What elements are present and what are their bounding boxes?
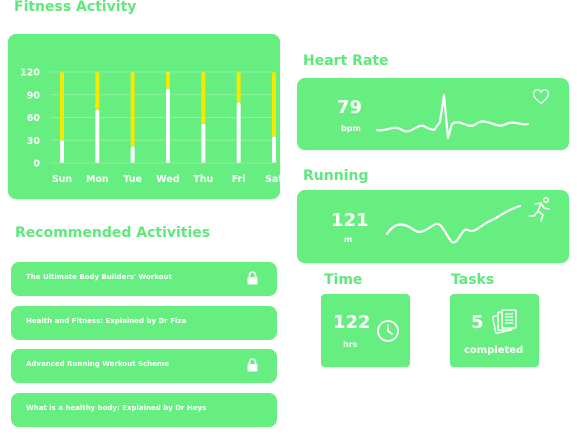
- bar-activity-thu: [201, 123, 206, 163]
- y-tick-label: 30: [27, 136, 41, 147]
- bar-remaining-wed: [166, 72, 170, 89]
- bar-remaining-fri: [236, 72, 241, 103]
- bar-activity-tue: [130, 146, 135, 163]
- x-tick-label: Tue: [123, 174, 142, 185]
- time-card[interactable]: 122 hrs: [321, 294, 410, 367]
- tasks-unit: completed: [464, 345, 524, 356]
- heart-icon[interactable]: [532, 89, 550, 105]
- clock-icon: [377, 320, 399, 342]
- bar-remaining-sat: [272, 72, 276, 137]
- running-wave: [385, 204, 522, 244]
- y-tick-label: 60: [27, 113, 41, 124]
- time-value: 122: [333, 312, 371, 333]
- activity-title: The Ultimate Body Builders' Workout: [26, 273, 172, 281]
- bar-remaining-thu: [201, 72, 206, 124]
- recommended-activity-3[interactable]: Advanced Running Workout Scheme: [11, 349, 277, 383]
- bar-activity-mon: [95, 109, 100, 163]
- lock-icon: [247, 271, 258, 285]
- y-tick-label: 0: [33, 159, 40, 170]
- bar-remaining-mon: [95, 72, 100, 110]
- lock-icon: [247, 358, 258, 372]
- tasks-value: 5: [471, 312, 484, 333]
- activity-title: Advanced Running Workout Scheme: [26, 360, 169, 368]
- runner-icon[interactable]: [527, 196, 553, 222]
- y-tick-label: 90: [27, 90, 41, 101]
- recommended-activity-4[interactable]: What is a healthy body: Explained by Dr …: [11, 393, 277, 427]
- running-card[interactable]: 121 m: [297, 190, 569, 263]
- fitness-activity-heading: Fitness Activity: [14, 0, 137, 15]
- recommended-activities-heading: Recommended Activities: [15, 225, 211, 241]
- x-tick-label: Thu: [193, 174, 213, 185]
- x-tick-label: Sat: [265, 174, 280, 185]
- fitness-activity-card: 0 30 60 90 120 Sun Mon Tue Wed Thu Fri Sat: [8, 34, 280, 199]
- x-tick-label: Mon: [86, 174, 109, 185]
- bar-activity-fri: [236, 102, 241, 163]
- heartbeat-wave: [375, 93, 530, 140]
- bar-remaining-tue: [130, 72, 135, 147]
- x-tick-label: Fri: [232, 174, 246, 185]
- heart-rate-card[interactable]: 79 bpm: [297, 78, 569, 150]
- heart-rate-value: 79: [337, 97, 363, 118]
- recommended-activity-1[interactable]: The Ultimate Body Builders' Workout: [11, 262, 277, 296]
- bar-activity-sat: [272, 136, 276, 163]
- tasks-heading: Tasks: [451, 272, 495, 288]
- bar-remaining-sun: [60, 72, 64, 141]
- time-unit: hrs: [343, 340, 358, 349]
- tasks-card[interactable]: 5 completed: [450, 294, 539, 367]
- activity-title: Health and Fitness: Explained by Dr Fiza: [26, 317, 187, 325]
- y-tick-label: 120: [20, 68, 40, 79]
- x-tick-label: Sun: [52, 174, 73, 185]
- heart-rate-unit: bpm: [341, 124, 361, 133]
- time-heading: Time: [324, 272, 363, 288]
- running-value: 121: [331, 210, 369, 231]
- activity-title: What is a healthy body: Explained by Dr …: [26, 404, 207, 412]
- fitness-activity-chart: 0 30 60 90 120 Sun Mon Tue Wed Thu Fri Sat: [20, 68, 280, 186]
- running-unit: m: [344, 235, 353, 244]
- running-heading: Running: [303, 168, 369, 184]
- x-tick-label: Wed: [156, 174, 179, 185]
- heart-rate-heading: Heart Rate: [303, 53, 389, 69]
- bar-activity-sun: [60, 140, 64, 163]
- recommended-activity-2[interactable]: Health and Fitness: Explained by Dr Fiza: [11, 306, 277, 340]
- bar-activity-wed: [166, 88, 170, 163]
- documents-icon: [492, 309, 517, 334]
